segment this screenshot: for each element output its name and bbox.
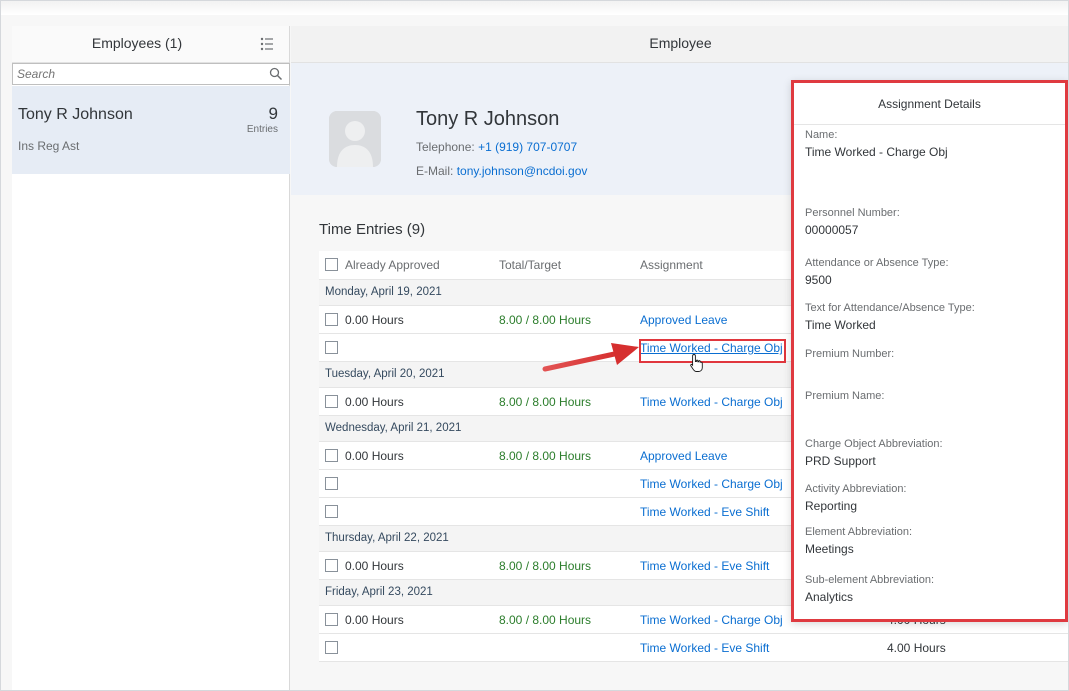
detail-field-label: Attendance or Absence Type: xyxy=(805,257,949,269)
date-group-label: Tuesday, April 20, 2021 xyxy=(325,368,445,380)
detail-header-bar: Employee xyxy=(291,26,1068,63)
date-group-label: Monday, April 19, 2021 xyxy=(325,286,442,298)
detail-field-label: Sub-element Abbreviation: xyxy=(805,574,935,586)
assignment-link[interactable]: Approved Leave xyxy=(640,449,727,463)
phone-label: Telephone: xyxy=(416,140,475,154)
employee-list-panel: Employees (1) Tony R Johnson 9 Entries I… xyxy=(12,26,290,690)
total-target: 8.00 / 8.00 Hours xyxy=(499,613,592,627)
approved-hours: 0.00 Hours xyxy=(345,613,404,627)
total-target: 8.00 / 8.00 Hours xyxy=(499,313,592,327)
approved-hours: 0.00 Hours xyxy=(345,559,404,573)
approve-checkbox[interactable] xyxy=(325,559,338,572)
assignment-link[interactable]: Time Worked - Charge Obj xyxy=(640,395,783,409)
column-header-assignment: Assignment xyxy=(640,258,703,272)
detail-field-value: Meetings xyxy=(805,542,854,556)
entries-count-label: Entries xyxy=(246,124,278,135)
assignment-details-popover: Assignment Details Name: Time Worked - Ch… xyxy=(791,80,1068,622)
total-target: 8.00 / 8.00 Hours xyxy=(499,449,592,463)
popover-title: Assignment Details xyxy=(878,97,981,111)
email-label: E-Mail: xyxy=(416,164,454,178)
entries-count: 9 xyxy=(268,104,278,123)
detail-field-label: Activity Abbreviation: xyxy=(805,483,907,495)
hand-pointer-icon xyxy=(690,354,703,372)
detail-field-value: 00000057 xyxy=(805,223,859,237)
detail-field-label: Premium Name: xyxy=(805,390,885,402)
employee-list-header: Employees (1) xyxy=(12,26,289,63)
select-all-checkbox[interactable] xyxy=(325,258,338,271)
highlight-box-annotation xyxy=(639,339,786,363)
detail-field-value: PRD Support xyxy=(805,454,876,468)
person-placeholder-icon xyxy=(329,111,381,167)
sort-filter-icon[interactable] xyxy=(259,36,275,52)
detail-field-value: Time Worked - Charge Obj xyxy=(805,145,948,159)
approve-checkbox[interactable] xyxy=(325,505,338,518)
total-target: 8.00 / 8.00 Hours xyxy=(499,559,592,573)
date-group-label: Thursday, April 22, 2021 xyxy=(325,532,449,544)
phone-link[interactable]: +1 (919) 707-0707 xyxy=(478,140,577,154)
detail-field-label: Text for Attendance/Absence Type: xyxy=(805,302,975,314)
approve-checkbox[interactable] xyxy=(325,613,338,626)
approved-hours: 0.00 Hours xyxy=(345,395,404,409)
detail-field-value: Time Worked xyxy=(805,318,876,332)
approve-checkbox[interactable] xyxy=(325,449,338,462)
employee-list-title: Employees (1) xyxy=(91,35,183,51)
assignment-link[interactable]: Time Worked - Eve Shift xyxy=(640,559,769,573)
detail-field-value: 9500 xyxy=(805,273,832,287)
detail-field-value: Analytics xyxy=(805,590,854,604)
app-frame: Employees (1) Tony R Johnson 9 Entries I… xyxy=(0,0,1069,691)
total-target: 8.00 / 8.00 Hours xyxy=(499,395,592,409)
assignment-link[interactable]: Approved Leave xyxy=(640,313,727,327)
approve-checkbox[interactable] xyxy=(325,313,338,326)
detail-field-label: Charge Object Abbreviation: xyxy=(805,438,943,450)
table-row[interactable]: Time Worked - Eve Shift 4.00 Hours xyxy=(319,634,1068,662)
assignment-hours: 4.00 Hours xyxy=(887,641,946,655)
detail-title: Employee xyxy=(649,35,712,51)
top-shadow xyxy=(1,1,1068,15)
email-link[interactable]: tony.johnson@ncdoi.gov xyxy=(457,164,588,178)
assignment-link[interactable]: Time Worked - Eve Shift xyxy=(640,505,769,519)
approve-checkbox[interactable] xyxy=(325,477,338,490)
approve-checkbox[interactable] xyxy=(325,641,338,654)
date-group-label: Wednesday, April 21, 2021 xyxy=(325,422,462,434)
popover-divider xyxy=(794,124,1065,125)
avatar xyxy=(329,111,381,167)
search-field[interactable] xyxy=(12,63,290,85)
profile-email-line: E-Mail: tony.johnson@ncdoi.gov xyxy=(416,164,587,178)
detail-field-label: Personnel Number: xyxy=(805,207,900,219)
employee-name: Tony R Johnson xyxy=(18,106,133,123)
assignment-link[interactable]: Time Worked - Charge Obj xyxy=(640,477,783,491)
column-header-total: Total/Target xyxy=(499,258,562,272)
assignment-link[interactable]: Time Worked - Charge Obj xyxy=(640,613,783,627)
search-input[interactable] xyxy=(13,64,253,84)
approved-hours: 0.00 Hours xyxy=(345,313,404,327)
profile-phone-line: Telephone: +1 (919) 707-0707 xyxy=(416,140,577,154)
detail-field-label: Premium Number: xyxy=(805,348,895,360)
date-group-label: Friday, April 23, 2021 xyxy=(325,586,433,598)
profile-name: Tony R Johnson xyxy=(416,108,560,130)
approved-hours: 0.00 Hours xyxy=(345,449,404,463)
detail-field-value: Reporting xyxy=(805,499,858,513)
detail-field-label: Name: xyxy=(805,129,838,141)
search-icon[interactable] xyxy=(269,67,283,81)
assignment-link[interactable]: Time Worked - Eve Shift xyxy=(640,641,769,655)
column-header-approved: Already Approved xyxy=(345,258,440,272)
detail-field-label: Element Abbreviation: xyxy=(805,526,913,538)
employee-list-item[interactable]: Tony R Johnson 9 Entries Ins Reg Ast xyxy=(12,86,290,174)
red-arrow-annotation xyxy=(542,343,639,372)
approve-checkbox[interactable] xyxy=(325,341,338,354)
employee-position: Ins Reg Ast xyxy=(18,139,80,153)
time-entries-title: Time Entries (9) xyxy=(319,221,426,238)
approve-checkbox[interactable] xyxy=(325,395,338,408)
